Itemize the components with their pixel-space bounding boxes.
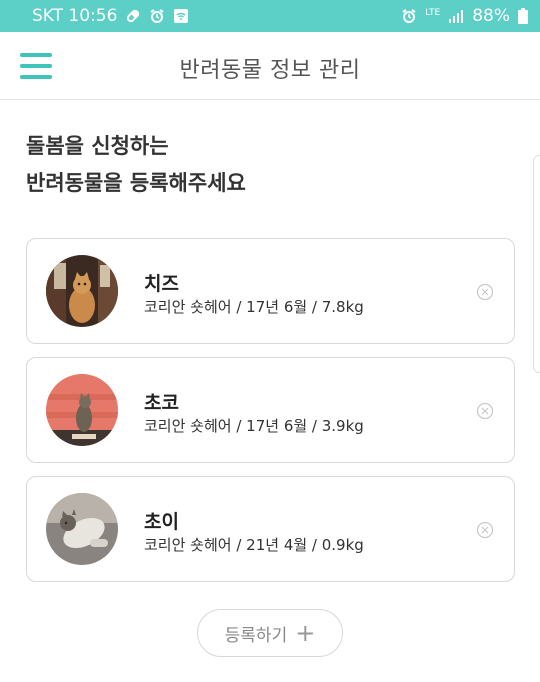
page-title: 반려동물 정보 관리 xyxy=(179,58,361,83)
app-header: 반려동물 정보 관리 xyxy=(0,32,540,100)
pet-detail: 코리안 숏헤어 / 17년 6월 / 3.9kg xyxy=(144,417,364,435)
pet-card[interactable]: 초코 코리안 숏헤어 / 17년 6월 / 3.9kg xyxy=(26,357,515,463)
pet-detail: 코리안 숏헤어 / 21년 4월 / 0.9kg xyxy=(144,536,364,554)
side-panel-edge[interactable] xyxy=(533,155,540,373)
heading-line-2: 반려동물을 등록해주세요 xyxy=(26,171,246,195)
remove-icon[interactable] xyxy=(476,283,494,301)
status-time: SKT 10:56 xyxy=(32,6,118,26)
signal-icon xyxy=(448,9,464,23)
pet-name: 초이 xyxy=(144,511,179,533)
alarm-icon xyxy=(401,8,417,24)
pet-card[interactable]: 치즈 코리안 숏헤어 / 17년 6월 / 7.8kg xyxy=(26,238,515,344)
battery-icon xyxy=(518,8,528,24)
pet-card[interactable]: 초이 코리안 숏헤어 / 21년 4월 / 0.9kg xyxy=(26,476,515,582)
battery-percent: 88% xyxy=(472,6,510,26)
heading-line-1: 돌봄을 신청하는 xyxy=(26,134,169,158)
pet-avatar xyxy=(46,493,118,565)
pet-name: 치즈 xyxy=(144,273,179,295)
plus-icon: + xyxy=(295,619,316,647)
pet-detail: 코리안 숏헤어 / 17년 6월 / 7.8kg xyxy=(144,298,364,316)
network-type: LTE xyxy=(425,7,441,18)
register-label: 등록하기 xyxy=(224,625,288,646)
pet-avatar xyxy=(46,255,118,327)
pet-name: 초코 xyxy=(144,392,179,414)
wifi-box-icon xyxy=(173,8,189,24)
pill-icon xyxy=(125,8,141,24)
remove-icon[interactable] xyxy=(476,402,494,420)
register-button[interactable]: 등록하기 + xyxy=(197,609,343,657)
pet-avatar xyxy=(46,374,118,446)
pet-list: 치즈 코리안 숏헤어 / 17년 6월 / 7.8kg 초코 코리안 숏헤어 /… xyxy=(26,238,515,595)
section-heading: 돌봄을 신청하는 반려동물을 등록해주세요 xyxy=(26,128,246,202)
status-bar: SKT 10:56 LTE 88% xyxy=(0,0,540,32)
remove-icon[interactable] xyxy=(476,521,494,539)
alarm-icon xyxy=(149,8,165,24)
